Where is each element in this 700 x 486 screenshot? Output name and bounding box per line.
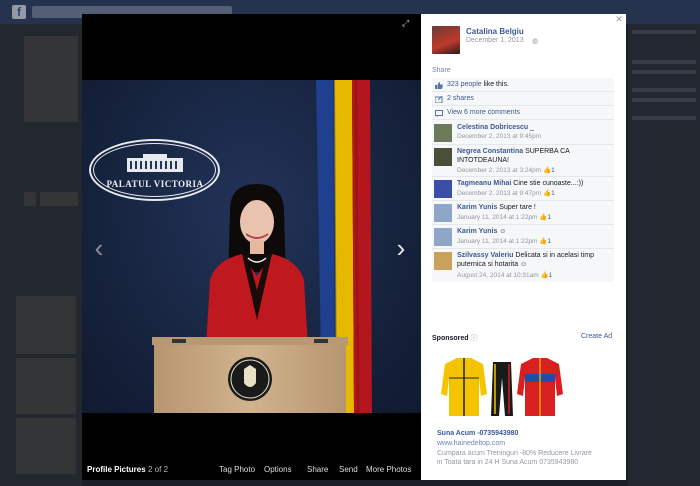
comment-author[interactable]: Negrea Constantina bbox=[457, 148, 523, 155]
commenter-avatar[interactable] bbox=[434, 252, 452, 270]
globe-icon: ◍ bbox=[532, 38, 539, 45]
comment-like-count[interactable]: 1 bbox=[551, 167, 555, 174]
commenter-avatar[interactable] bbox=[434, 204, 452, 222]
comment-item: Tagmeanu Mihai Cine stie cunoaste...:)) … bbox=[432, 177, 614, 201]
commenter-avatar[interactable] bbox=[434, 228, 452, 246]
comment-like-icon[interactable]: 👍 bbox=[543, 167, 551, 174]
comment-item: Celestina Dobricescu _ December 2, 2013 … bbox=[432, 121, 614, 145]
options-button[interactable]: Options bbox=[264, 465, 292, 474]
ad-description: Cumpara acum Treninguri -80% Reducere Li… bbox=[437, 450, 592, 466]
comment-item: Karim Yunis Super tare ! January 11, 201… bbox=[432, 201, 614, 225]
post-date[interactable]: December 1, 2013 bbox=[466, 37, 524, 44]
background-line bbox=[632, 30, 696, 34]
next-photo-button[interactable]: › bbox=[392, 233, 410, 263]
comment-author[interactable]: Tagmeanu Mihai bbox=[457, 180, 511, 187]
thumbs-up-icon bbox=[435, 82, 443, 89]
comment-author[interactable]: Karim Yunis bbox=[457, 228, 497, 235]
podium bbox=[152, 337, 348, 413]
album-link[interactable]: Profile Pictures bbox=[87, 465, 146, 474]
comment-icon bbox=[435, 110, 443, 117]
photo-bottom-bar: Profile Pictures 2 of 2 Tag Photo Option… bbox=[82, 455, 421, 480]
ad-title[interactable]: Suna Acum -0735943980 bbox=[437, 430, 518, 437]
background-thumb bbox=[40, 192, 78, 206]
background-thumb bbox=[24, 192, 36, 206]
commenter-avatar[interactable] bbox=[434, 180, 452, 198]
background-line bbox=[632, 116, 696, 120]
background-thumb bbox=[16, 418, 76, 474]
background-right-column bbox=[628, 24, 700, 486]
comment-text: Cine stie cunoaste...:)) bbox=[511, 180, 584, 187]
comment-author[interactable]: Szilvassy Valeriu bbox=[457, 252, 513, 259]
likes-count[interactable]: 323 people bbox=[447, 81, 482, 88]
comment-timestamp[interactable]: January 11, 2014 at 1:22pm bbox=[457, 238, 537, 245]
main-photo: PALATUL VICTORIA bbox=[82, 80, 421, 413]
comment-like-icon[interactable]: 👍 bbox=[543, 190, 551, 197]
comment-like-count[interactable]: 1 bbox=[549, 272, 553, 279]
commenter-avatar[interactable] bbox=[434, 148, 452, 166]
create-ad-link[interactable]: Create Ad bbox=[581, 333, 612, 340]
comment-like-icon[interactable]: 👍 bbox=[541, 272, 549, 279]
background-line bbox=[632, 70, 696, 74]
send-button[interactable]: Send bbox=[339, 465, 358, 474]
comment-timestamp[interactable]: December 2, 2013 at 9:47pm bbox=[457, 190, 541, 197]
owner-avatar[interactable] bbox=[432, 26, 460, 54]
share-link[interactable]: Share bbox=[432, 67, 451, 74]
photo-count: 2 of 2 bbox=[148, 465, 169, 474]
comment-text: _ bbox=[528, 124, 535, 131]
fullscreen-icon[interactable]: ⤢ bbox=[402, 18, 412, 28]
comment-item: Szilvassy Valeriu Delicata si in acelasi… bbox=[432, 249, 614, 282]
more-photos-button[interactable]: More Photos bbox=[366, 465, 411, 474]
comment-item: Negrea Constantina SUPERBA CA INTOTDEAUN… bbox=[432, 145, 614, 177]
comment-author[interactable]: Karim Yunis bbox=[457, 204, 497, 211]
commenter-avatar[interactable] bbox=[434, 124, 452, 142]
background-thumb bbox=[16, 358, 76, 414]
comment-author[interactable]: Celestina Dobricescu bbox=[457, 124, 528, 131]
background-line bbox=[632, 98, 696, 102]
previous-photo-button[interactable]: ‹ bbox=[90, 233, 108, 263]
comment-like-count[interactable]: 1 bbox=[547, 238, 551, 245]
background-line bbox=[632, 88, 696, 92]
share-button[interactable]: Share bbox=[307, 465, 328, 474]
ad-url[interactable]: www.hainedeltop.com bbox=[437, 440, 505, 447]
background-cover-photo bbox=[24, 36, 78, 122]
sponsored-label: Sponsored bbox=[432, 335, 469, 342]
shares-link[interactable]: 2 shares bbox=[447, 95, 474, 102]
background-line bbox=[632, 60, 696, 64]
comment-timestamp[interactable]: December 2, 2013 at 9:45pm bbox=[457, 133, 541, 140]
more-comments-row: View 6 more comments bbox=[432, 107, 614, 120]
view-more-comments-link[interactable]: View 6 more comments bbox=[447, 109, 520, 116]
comment-like-count[interactable]: 1 bbox=[547, 214, 551, 221]
shares-row: 2 shares bbox=[432, 93, 614, 106]
comment-text: Super tare ! bbox=[497, 204, 536, 211]
comment-text: ☺ bbox=[497, 228, 507, 235]
sponsored-header: Sponsored ⓘ bbox=[432, 333, 478, 343]
share-icon bbox=[435, 96, 443, 103]
comment-timestamp[interactable]: August 24, 2014 at 10:31am bbox=[457, 272, 539, 279]
building-icon bbox=[127, 154, 183, 172]
likes-row: 323 people like this. bbox=[432, 79, 614, 92]
comment-item: Karim Yunis ☺ January 11, 2014 at 1:22pm… bbox=[432, 225, 614, 249]
comment-like-count[interactable]: 1 bbox=[551, 190, 555, 197]
tag-photo-button[interactable]: Tag Photo bbox=[219, 465, 255, 474]
sponsored-info-icon[interactable]: ⓘ bbox=[471, 335, 478, 342]
comment-timestamp[interactable]: December 2, 2013 at 3:24pm bbox=[457, 167, 541, 174]
owner-name[interactable]: Catalina Belgiu bbox=[466, 27, 524, 36]
ad-image[interactable] bbox=[437, 354, 567, 420]
background-thumb bbox=[16, 296, 76, 354]
likes-suffix: like this. bbox=[481, 81, 509, 88]
facebook-logo-icon: f bbox=[12, 5, 26, 19]
close-icon[interactable]: ✕ bbox=[614, 14, 624, 24]
comment-timestamp[interactable]: January 11, 2014 at 1:22pm bbox=[457, 214, 537, 221]
